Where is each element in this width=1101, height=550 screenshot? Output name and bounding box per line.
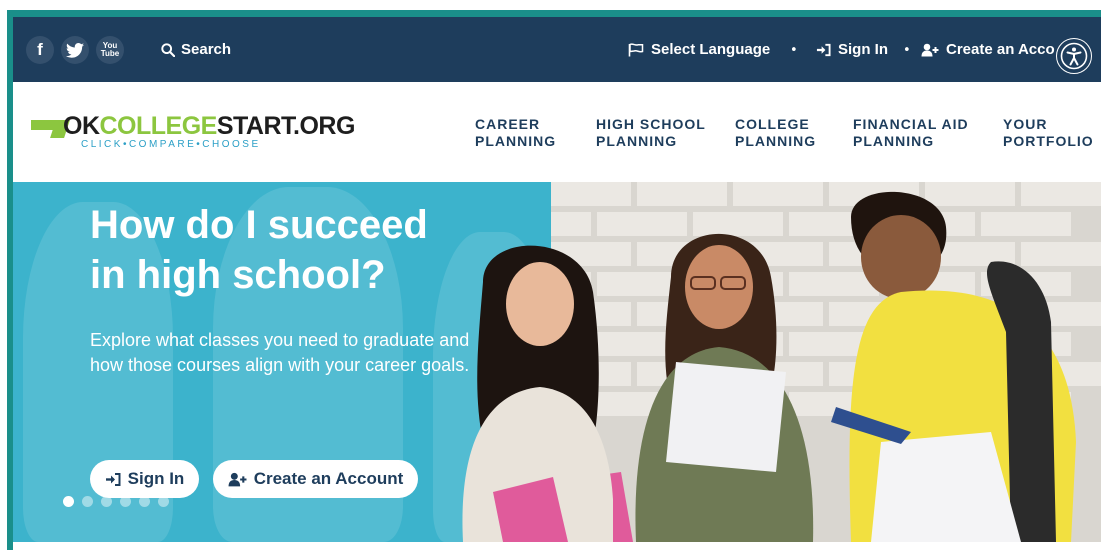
nav-label-line1: CAREER [475,116,541,132]
twitter-icon[interactable] [61,36,89,64]
nav-label-line2: PLANNING [475,133,557,149]
hero-description: Explore what classes you need to graduat… [90,330,470,375]
carousel-dot[interactable] [63,496,74,507]
nav-label-line2: PLANNING [853,133,935,149]
nav-label-line1: HIGH SCHOOL [596,116,706,132]
nav-label-line1: FINANCIAL AID [853,116,969,132]
hero-sign-in-label: Sign In [127,469,185,488]
nav-high-school-planning[interactable]: HIGH SCHOOL PLANNING [596,116,706,150]
accessibility-icon [1057,39,1091,73]
separator-dot: • [790,43,798,58]
hero-heading: How do I succeed in high school? [90,200,550,300]
nav-college-planning[interactable]: COLLEGE PLANNING [735,116,816,150]
nav-label-line2: PORTFOLIO [1003,133,1094,149]
top-utility-bar: f You Tube Search Select Language • Sign… [13,17,1101,82]
facebook-icon[interactable]: f [26,36,54,64]
main-header: OKCOLLEGESTART.ORG CLICK•COMPARE•CHOOSE … [13,82,1101,182]
youtube-icon[interactable]: You Tube [96,36,124,64]
search-icon [161,42,175,57]
hero-create-account-button[interactable]: Create an Account [213,460,418,498]
nav-label-line1: COLLEGE [735,116,810,132]
nav-label-line2: PLANNING [596,133,678,149]
accessibility-figure-glyph [1060,42,1088,70]
nav-label-line2: PLANNING [735,133,817,149]
hero-heading-line1: How do I succeed [90,203,428,247]
carousel-pagination [63,496,169,507]
hero-create-account-label: Create an Account [253,469,404,488]
accessibility-button[interactable] [1054,36,1094,76]
hero-sign-in-button[interactable]: Sign In [90,460,199,498]
select-language-link[interactable]: Select Language [628,41,770,58]
select-language-label: Select Language [651,41,771,58]
logo-tagline: CLICK•COMPARE•CHOOSE [81,139,261,150]
search-label: Search [181,41,232,58]
nav-label-line1: YOUR [1003,116,1048,132]
top-sign-in-link[interactable]: Sign In [816,41,888,58]
frame-border-top [7,10,1101,17]
hero-heading-line2: in high school? [90,253,386,297]
top-sign-in-label: Sign In [838,41,888,58]
logo-ok-text: OK [63,112,100,140]
logo-college-text: COLLEGE [99,112,218,140]
carousel-dot[interactable] [120,496,131,507]
nav-your-portfolio[interactable]: YOUR PORTFOLIO [1003,116,1094,150]
sign-in-icon [816,43,831,56]
carousel-dot[interactable] [82,496,93,507]
top-create-account-label: Create an Acco [946,41,1055,58]
logo-wordmark: OKCOLLEGESTART.ORG [63,112,355,141]
nav-career-planning[interactable]: CAREER PLANNING [475,116,556,150]
hero-carousel: How do I succeed in high school? Explore… [13,182,1101,542]
youtube-glyph-bottom: Tube [100,49,120,58]
separator-dot: • [903,43,911,58]
twitter-bird-glyph [66,42,84,58]
carousel-dot[interactable] [101,496,112,507]
logo-start-text: START.ORG [216,112,356,140]
flag-icon [628,42,644,56]
user-plus-icon [228,472,247,486]
top-create-account-link[interactable]: Create an Acco [921,41,1055,58]
sign-in-icon [105,472,121,486]
carousel-dot[interactable] [158,496,169,507]
hero-photo [551,182,1101,542]
search-link[interactable]: Search [161,41,231,58]
okcollegestart-logo[interactable]: OKCOLLEGESTART.ORG CLICK•COMPARE•CHOOSE [31,112,355,154]
students-photo-illustration [551,182,1101,542]
user-plus-icon [921,43,939,56]
nav-financial-aid-planning[interactable]: FINANCIAL AID PLANNING [853,116,969,150]
carousel-dot[interactable] [139,496,150,507]
